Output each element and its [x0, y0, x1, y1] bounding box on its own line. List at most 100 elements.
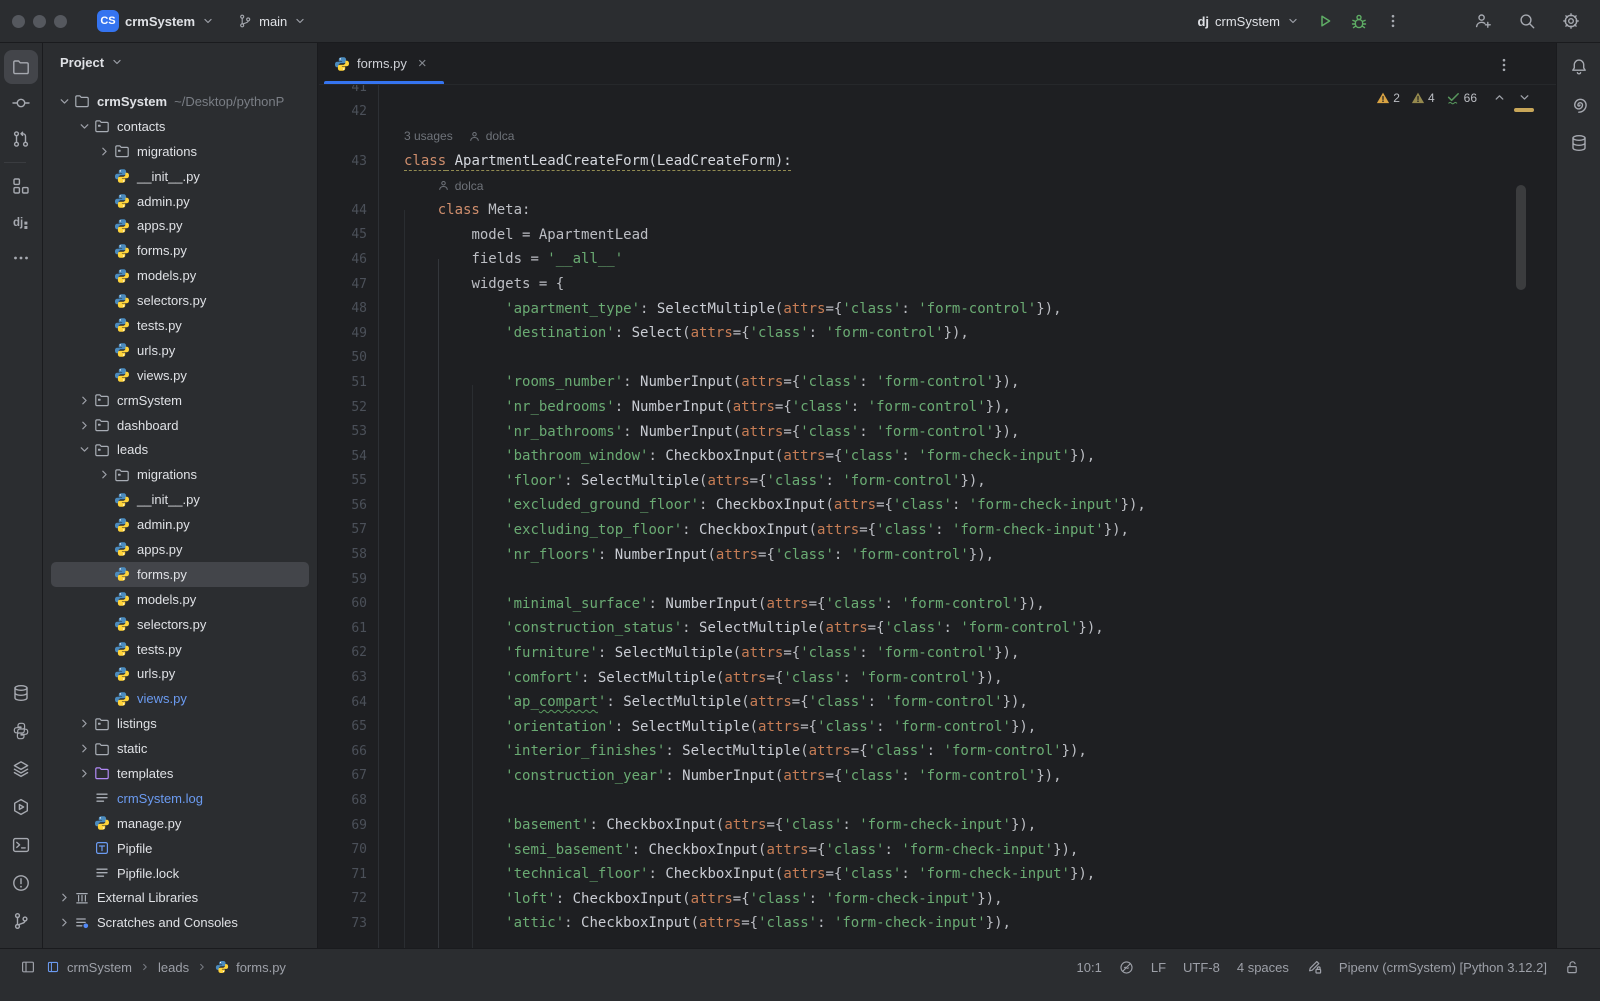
- chevron-collapsed-icon[interactable]: [55, 915, 74, 931]
- code-line-49[interactable]: 49 'destination': Select(attrs={'class':…: [319, 321, 1556, 346]
- status-indent-lock[interactable]: [1306, 959, 1322, 975]
- status-readonly-toggle[interactable]: [1564, 959, 1580, 975]
- chevron-expanded-icon[interactable]: [75, 442, 94, 458]
- debug-button[interactable]: [1344, 6, 1374, 36]
- code-line-68[interactable]: 68: [319, 788, 1556, 813]
- editor-scrollbar[interactable]: [1516, 185, 1526, 290]
- status-line-separator[interactable]: LF: [1151, 960, 1166, 975]
- code-line-69[interactable]: 69 'basement': CheckboxInput(attrs={'cla…: [319, 813, 1556, 838]
- code-text[interactable]: 'excluded_ground_floor': CheckboxInput(a…: [404, 497, 1146, 513]
- code-text[interactable]: 'apartment_type': SelectMultiple(attrs={…: [404, 301, 1062, 317]
- code-line-70[interactable]: 70 'semi_basement': CheckboxInput(attrs=…: [319, 837, 1556, 862]
- line-number[interactable]: 64: [319, 695, 404, 710]
- code-line-48[interactable]: 48 'apartment_type': SelectMultiple(attr…: [319, 296, 1556, 321]
- code-text[interactable]: model = ApartmentLead: [404, 227, 648, 243]
- chevron-collapsed-icon[interactable]: [55, 890, 74, 906]
- code-text[interactable]: fields = '__all__': [404, 251, 623, 267]
- tool-button-version-control[interactable]: [4, 904, 38, 938]
- code-line-72[interactable]: 72 'loft': CheckboxInput(attrs={'class':…: [319, 887, 1556, 912]
- inspection-weak-warnings[interactable]: 4: [1411, 91, 1435, 105]
- tree-item-migrations[interactable]: migrations: [51, 139, 309, 164]
- settings-button[interactable]: [1556, 6, 1586, 36]
- line-number[interactable]: 69: [319, 818, 404, 833]
- tool-button-more-tool-windows[interactable]: [4, 241, 38, 275]
- tool-button-database[interactable]: [1562, 126, 1596, 160]
- line-number[interactable]: 66: [319, 744, 404, 759]
- tree-item-forms-py[interactable]: forms.py: [51, 562, 309, 587]
- tool-button-python-packages[interactable]: [4, 752, 38, 786]
- line-number[interactable]: 42: [319, 104, 404, 119]
- code-text[interactable]: 'comfort': SelectMultiple(attrs={'class'…: [404, 670, 1003, 686]
- line-number[interactable]: 70: [319, 842, 404, 857]
- code-text[interactable]: 'loft': CheckboxInput(attrs={'class': 'f…: [404, 891, 1003, 907]
- chevron-collapsed-icon[interactable]: [75, 392, 94, 408]
- tree-item-external-libraries[interactable]: External Libraries: [51, 886, 309, 911]
- tool-button-pull-requests[interactable]: [4, 122, 38, 156]
- line-number[interactable]: 65: [319, 719, 404, 734]
- code-line-41[interactable]: 41: [319, 85, 1556, 100]
- chevron-collapsed-icon[interactable]: [75, 765, 94, 781]
- status-highlighting-level[interactable]: [1119, 960, 1134, 975]
- code-line-59[interactable]: 59: [319, 567, 1556, 592]
- tool-button-terminal[interactable]: [4, 828, 38, 862]
- line-number[interactable]: 71: [319, 867, 404, 882]
- tree-item-forms-py[interactable]: forms.py: [51, 238, 309, 263]
- line-number[interactable]: 53: [319, 424, 404, 439]
- author-hint[interactable]: dolca: [455, 179, 484, 193]
- line-number[interactable]: 62: [319, 645, 404, 660]
- tool-button-database[interactable]: [4, 676, 38, 710]
- line-number[interactable]: 55: [319, 473, 404, 488]
- code-text[interactable]: 'construction_year': NumberInput(attrs={…: [404, 768, 1062, 784]
- code-text[interactable]: 'nr_bedrooms': NumberInput(attrs={'class…: [404, 399, 1011, 415]
- code-line-42[interactable]: 42: [319, 100, 1556, 125]
- code-text[interactable]: class Meta:: [404, 202, 530, 218]
- tree-item-leads[interactable]: leads: [51, 437, 309, 462]
- code-line-50[interactable]: 50: [319, 346, 1556, 371]
- minimize-window-button[interactable]: [33, 15, 46, 28]
- code-line-71[interactable]: 71 'technical_floor': CheckboxInput(attr…: [319, 862, 1556, 887]
- code-line-65[interactable]: 65 'orientation': SelectMultiple(attrs={…: [319, 714, 1556, 739]
- code-line-73[interactable]: 73 'attic': CheckboxInput(attrs={'class'…: [319, 911, 1556, 936]
- code-line-62[interactable]: 62 'furniture': SelectMultiple(attrs={'c…: [319, 641, 1556, 666]
- code-text[interactable]: 'basement': CheckboxInput(attrs={'class'…: [404, 817, 1036, 833]
- line-number[interactable]: 72: [319, 891, 404, 906]
- code-line-46[interactable]: 46 fields = '__all__': [319, 247, 1556, 272]
- tool-button-project[interactable]: [4, 50, 38, 84]
- breadcrumb-leads[interactable]: leads: [158, 960, 189, 975]
- code-line-55[interactable]: 55 'floor': SelectMultiple(attrs={'class…: [319, 469, 1556, 494]
- code-text[interactable]: 'floor': SelectMultiple(attrs={'class': …: [404, 473, 986, 489]
- code-text[interactable]: 'ap_compart': SelectMultiple(attrs={'cla…: [404, 694, 1028, 710]
- code-text[interactable]: 'nr_floors': NumberInput(attrs={'class':…: [404, 547, 994, 563]
- tree-item-tests-py[interactable]: tests.py: [51, 637, 309, 662]
- chevron-collapsed-icon[interactable]: [95, 467, 114, 483]
- tool-button-django-structure[interactable]: dj: [4, 205, 38, 239]
- code-text[interactable]: 'furniture': SelectMultiple(attrs={'clas…: [404, 645, 1019, 661]
- code-line-58[interactable]: 58 'nr_floors': NumberInput(attrs={'clas…: [319, 542, 1556, 567]
- code-vision-inlay[interactable]: dolca: [319, 173, 1556, 198]
- branch-selector[interactable]: main: [231, 9, 313, 33]
- breadcrumb-forms-py[interactable]: forms.py: [236, 960, 286, 975]
- code-line-63[interactable]: 63 'comfort': SelectMultiple(attrs={'cla…: [319, 665, 1556, 690]
- code-with-me-button[interactable]: [1468, 6, 1498, 36]
- line-number[interactable]: 41: [319, 85, 404, 95]
- line-number[interactable]: 73: [319, 916, 404, 931]
- zoom-window-button[interactable]: [54, 15, 67, 28]
- editor-options-icon[interactable]: [1492, 53, 1516, 77]
- tree-item-init-py[interactable]: __init__.py: [51, 487, 309, 512]
- tree-item-admin-py[interactable]: admin.py: [51, 512, 309, 537]
- line-number[interactable]: 52: [319, 400, 404, 415]
- tool-button-notifications[interactable]: [1562, 50, 1596, 84]
- code-line-52[interactable]: 52 'nr_bedrooms': NumberInput(attrs={'cl…: [319, 395, 1556, 420]
- tree-item-apps-py[interactable]: apps.py: [51, 213, 309, 238]
- line-number[interactable]: 48: [319, 301, 404, 316]
- code-text[interactable]: 'bathroom_window': CheckboxInput(attrs={…: [404, 448, 1095, 464]
- chevron-collapsed-icon[interactable]: [75, 417, 94, 433]
- line-number[interactable]: 49: [319, 326, 404, 341]
- run-button[interactable]: [1310, 6, 1340, 36]
- status-caret-position[interactable]: 10:1: [1077, 960, 1102, 975]
- code-line-44[interactable]: 44 class Meta:: [319, 198, 1556, 223]
- code-line-53[interactable]: 53 'nr_bathrooms': NumberInput(attrs={'c…: [319, 419, 1556, 444]
- code-line-43[interactable]: 43class ApartmentLeadCreateForm(LeadCrea…: [319, 149, 1556, 174]
- code-text[interactable]: 'rooms_number': NumberInput(attrs={'clas…: [404, 374, 1019, 390]
- line-number[interactable]: 54: [319, 449, 404, 464]
